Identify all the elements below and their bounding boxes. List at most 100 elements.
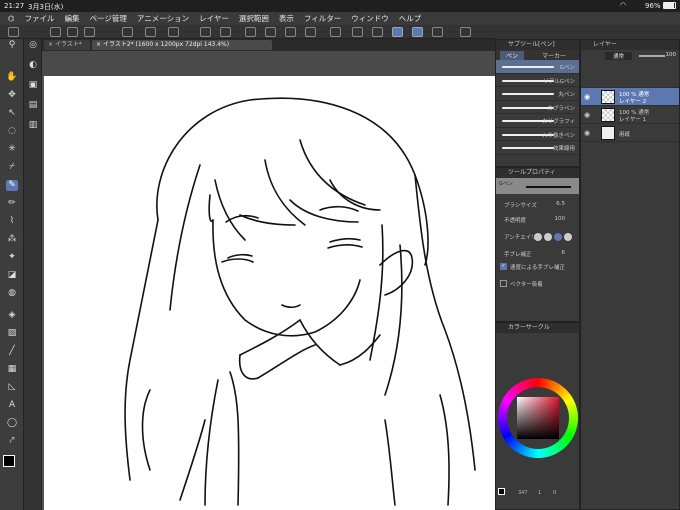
menu-file[interactable]: ファイル xyxy=(20,13,60,24)
eraser-icon[interactable]: ◪ xyxy=(6,270,18,281)
opacity-row[interactable]: 不透明度 100 xyxy=(496,215,579,226)
pen-tool-icon[interactable]: ✎ xyxy=(6,180,18,191)
eye-icon[interactable]: ◉ xyxy=(584,129,590,137)
menu-help[interactable]: ヘルプ xyxy=(394,13,427,24)
correct-line-icon[interactable]: ⤤ xyxy=(6,436,18,447)
vector-snap-row[interactable]: ベクター吸着 xyxy=(496,279,579,290)
speed-stab-row[interactable]: ✓ 速度による手ブレ補正 xyxy=(496,262,579,273)
brush-item[interactable]: カリグラフィ xyxy=(496,114,579,128)
menu-icon[interactable] xyxy=(50,27,61,37)
magic-wand-icon[interactable]: ✳ xyxy=(6,144,18,155)
ruler-tool-icon[interactable]: ◺ xyxy=(6,382,18,393)
sub-tool-icon[interactable]: ▣ xyxy=(27,80,39,91)
eye-icon[interactable]: ◉ xyxy=(584,111,590,119)
brush-item[interactable]: 効果線用 xyxy=(496,141,579,155)
color-wheel[interactable] xyxy=(498,378,578,458)
brush-icon[interactable]: ⌇ xyxy=(6,216,18,227)
fill-icon[interactable] xyxy=(265,27,276,37)
brush-item[interactable]: 入り抜きペン xyxy=(496,128,579,141)
vector-snap-label: ベクター吸着 xyxy=(510,282,543,288)
sub-search-icon[interactable]: ◐ xyxy=(27,60,39,71)
layer-row[interactable]: ◉ 用紙 xyxy=(581,124,679,142)
magnify-icon[interactable]: ⚲ xyxy=(6,40,18,51)
undo-icon[interactable] xyxy=(200,27,211,37)
settings-icon[interactable] xyxy=(460,27,471,37)
gradient-icon[interactable]: ▨ xyxy=(6,328,18,339)
tab-marker[interactable]: マーカー xyxy=(542,51,566,60)
saturation-value-square[interactable] xyxy=(517,397,559,439)
brush-item[interactable]: 丸ペン xyxy=(496,87,579,101)
ruler-icon[interactable] xyxy=(432,27,443,37)
layer-row[interactable]: ◉ 100 % 通常 レイヤー 2 xyxy=(581,88,679,106)
brush-item[interactable]: カブラペン xyxy=(496,101,579,114)
mini-color-swatch[interactable] xyxy=(498,488,505,495)
drawing-canvas[interactable] xyxy=(44,76,495,510)
save-icon[interactable] xyxy=(168,27,179,37)
pen-pressure-icon[interactable] xyxy=(412,27,423,37)
deselect-icon[interactable] xyxy=(305,27,316,37)
layer-opacity-slider[interactable] xyxy=(639,55,665,57)
select-icon[interactable] xyxy=(372,27,383,37)
fill-tool-icon[interactable]: ◈ xyxy=(6,310,18,321)
tab-pen[interactable]: ペン xyxy=(500,51,525,60)
sub-layer-icon[interactable]: ▤ xyxy=(27,100,39,111)
balloon-icon[interactable]: ◯ xyxy=(6,418,18,429)
eye-icon[interactable]: ◉ xyxy=(584,93,590,101)
brush-item[interactable]: リアルGペン xyxy=(496,74,579,87)
brush-preview-stroke xyxy=(526,186,571,188)
tab-illustration-1[interactable]: × イラスト* xyxy=(44,40,90,50)
line-icon[interactable]: ╱ xyxy=(6,346,18,357)
layer-panel-title: レイヤー xyxy=(581,40,679,50)
stabilization-row[interactable]: 手ブレ補正 6 xyxy=(496,249,579,260)
checkbox-unchecked-icon[interactable] xyxy=(500,280,507,287)
crop-icon[interactable] xyxy=(330,27,341,37)
sub-magnify-icon[interactable]: ◎ xyxy=(27,40,39,51)
menu-edit[interactable]: 編集 xyxy=(60,13,85,24)
new-icon[interactable] xyxy=(122,27,133,37)
app-logo-icon[interactable]: ⌬ xyxy=(0,14,20,23)
pencil-icon[interactable]: ✏ xyxy=(6,198,18,209)
menu-window[interactable]: ウィンドウ xyxy=(346,13,394,24)
brush-stroke-preview xyxy=(502,93,554,95)
menu-layer[interactable]: レイヤー xyxy=(194,13,234,24)
color-panel: カラーサークル 347 1 0 xyxy=(495,322,580,510)
layer-row[interactable]: ◉ 100 % 通常 レイヤー 1 xyxy=(581,106,679,124)
main-color-swatch[interactable] xyxy=(3,455,15,467)
blend-icon[interactable]: ◍ xyxy=(6,288,18,299)
airbrush-icon[interactable]: ⁂ xyxy=(6,234,18,245)
menu-page[interactable]: ページ管理 xyxy=(85,13,132,24)
menu-animation[interactable]: アニメーション xyxy=(132,13,194,24)
toolbar-icon[interactable] xyxy=(8,27,19,37)
antialias-weak-option[interactable] xyxy=(544,233,552,241)
text-icon[interactable]: A xyxy=(6,400,18,411)
erase-icon[interactable] xyxy=(245,27,256,37)
redo-icon[interactable] xyxy=(220,27,231,37)
quick-access-icon[interactable] xyxy=(67,27,78,37)
blend-mode-select[interactable]: 通常 xyxy=(605,52,633,60)
transform-icon[interactable] xyxy=(285,27,296,37)
menu-selection[interactable]: 選択範囲 xyxy=(234,13,274,24)
antialias-none-option[interactable] xyxy=(534,233,542,241)
eyedropper-icon[interactable]: ⌿ xyxy=(6,162,18,173)
antialias-strong-option[interactable] xyxy=(564,233,572,241)
menu-view[interactable]: 表示 xyxy=(274,13,299,24)
antialias-row[interactable]: アンチエイリ xyxy=(496,232,579,243)
hand-icon[interactable]: ✋ xyxy=(6,72,18,83)
brush-size-row[interactable]: ブラシサイズ 6.5 xyxy=(496,200,579,211)
tab-illustration-2[interactable]: × イラスト2* (1600 x 1200px 72dpi 143.4%) xyxy=(92,40,272,50)
antialias-medium-option[interactable] xyxy=(554,233,562,241)
brush-label: カブラペン xyxy=(547,105,575,112)
menu-filter[interactable]: フィルター xyxy=(299,13,346,24)
vector-snap-icon[interactable] xyxy=(392,27,403,37)
invert-icon[interactable] xyxy=(352,27,363,37)
frame-icon[interactable]: ▦ xyxy=(6,364,18,375)
brush-item[interactable]: Gペン xyxy=(496,60,579,74)
operation-icon[interactable]: ↖ xyxy=(6,108,18,119)
open-icon[interactable] xyxy=(145,27,156,37)
sub-panel-icon[interactable]: ▥ xyxy=(27,120,39,131)
move-icon[interactable]: ✥ xyxy=(6,90,18,101)
checkbox-checked-icon[interactable]: ✓ xyxy=(500,263,507,270)
lasso-icon[interactable]: ◌ xyxy=(6,126,18,137)
decoration-icon[interactable]: ✦ xyxy=(6,252,18,263)
companion-icon[interactable] xyxy=(84,27,95,37)
